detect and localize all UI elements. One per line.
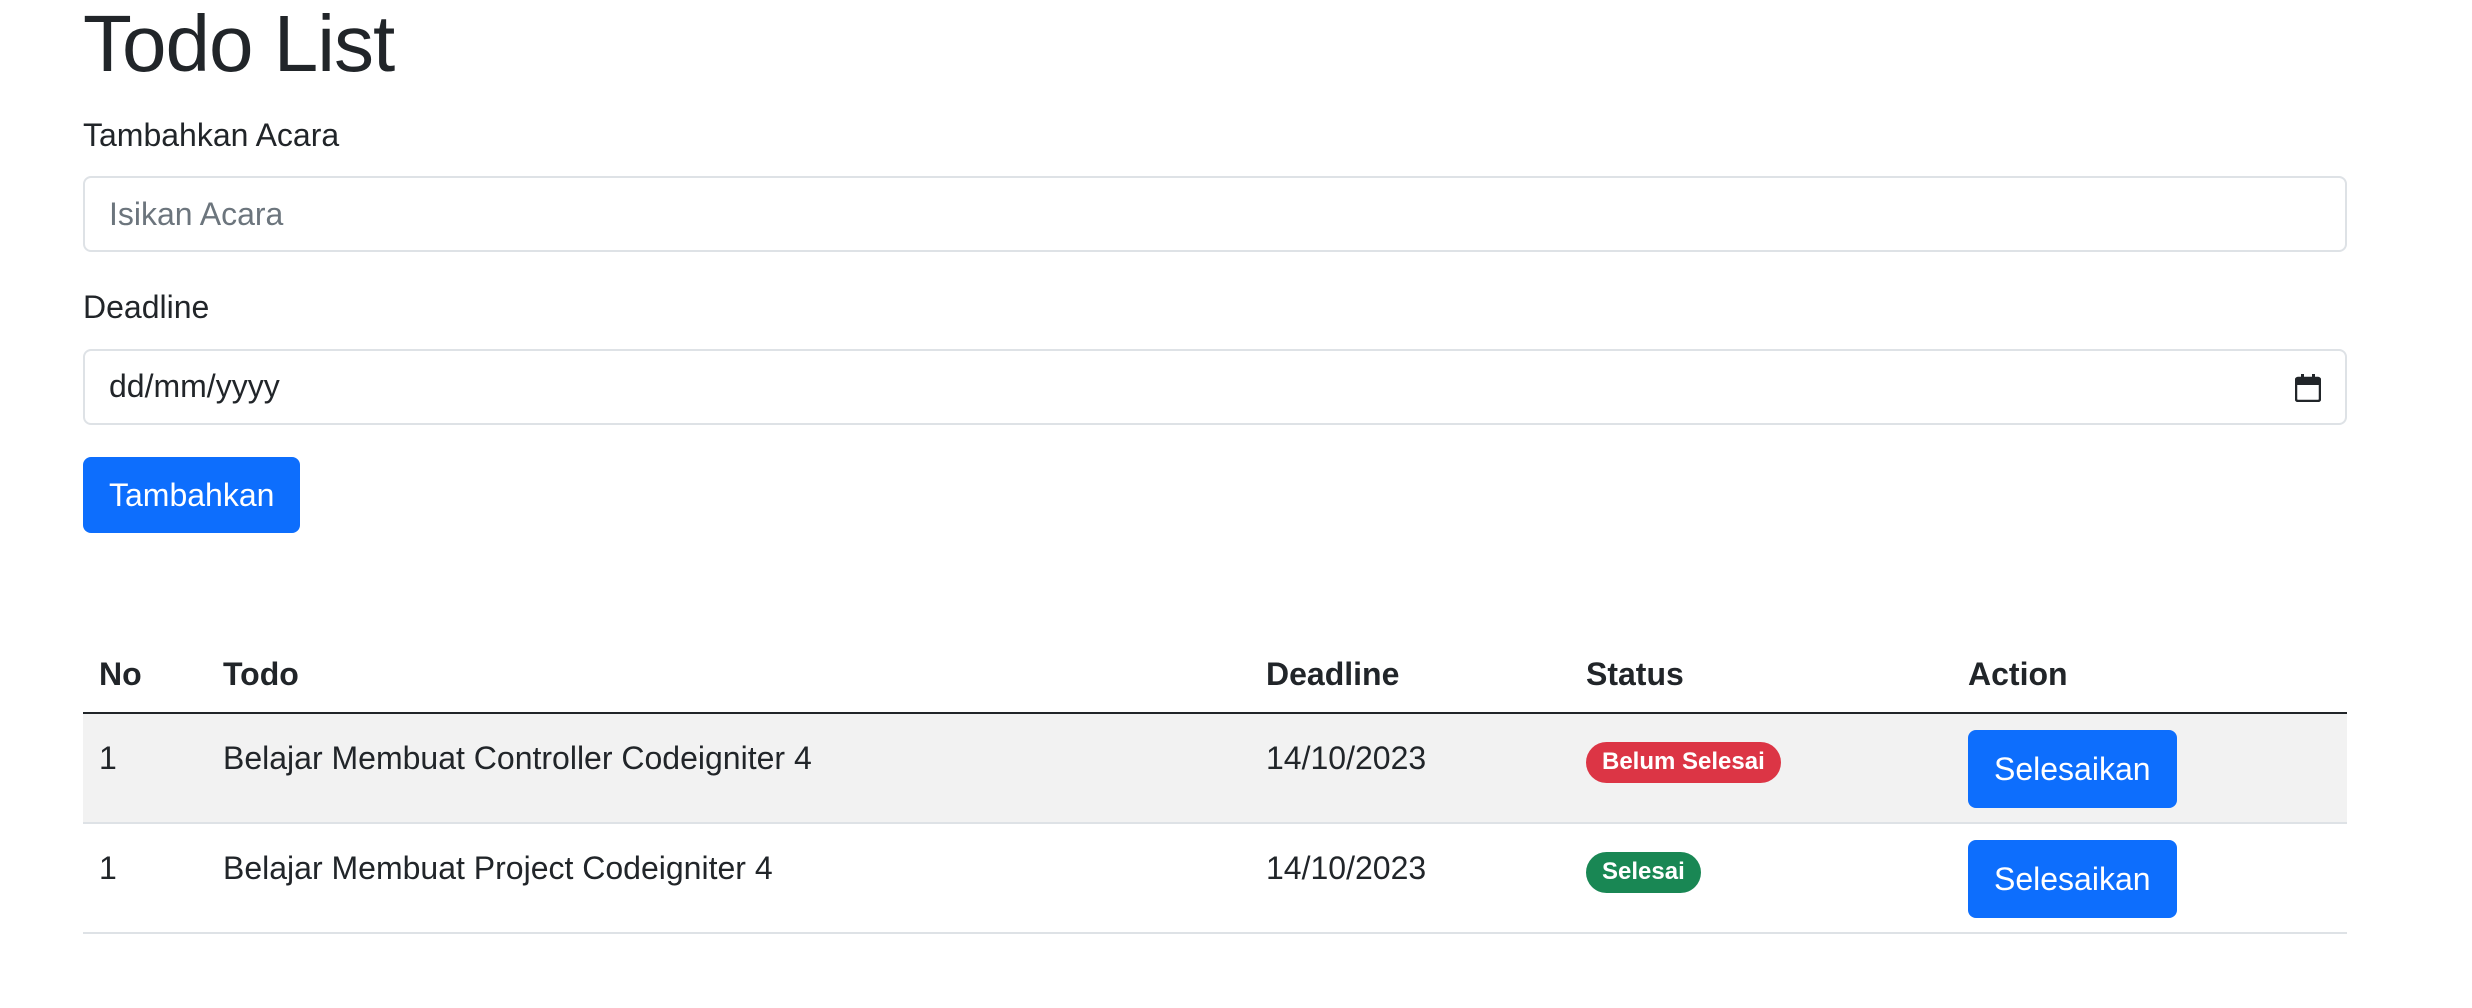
header-deadline: Deadline [1250,636,1570,714]
table-header-row: No Todo Deadline Status Action [83,636,2347,714]
deadline-date-input[interactable]: dd/mm/yyyy [83,348,2347,425]
row-deadline: 14/10/2023 [1250,713,1570,824]
event-input[interactable]: Isikan Acara [83,176,2347,253]
header-status: Status [1570,636,1952,714]
deadline-label: Deadline [83,289,210,326]
complete-button[interactable]: Selesaikan [1968,730,2177,808]
event-input-placeholder: Isikan Acara [109,195,284,232]
row-deadline: 14/10/2023 [1250,823,1570,934]
status-badge: Selesai [1586,852,1701,893]
row-no: 1 [83,713,207,824]
row-todo: Belajar Membuat Controller Codeigniter 4 [207,713,1250,824]
row-action-cell: Selesaikan [1952,713,2347,824]
row-action-cell: Selesaikan [1952,823,2347,934]
header-todo: Todo [207,636,1250,714]
complete-button[interactable]: Selesaikan [1968,840,2177,918]
row-no: 1 [83,823,207,934]
status-badge: Belum Selesai [1586,742,1781,783]
row-todo: Belajar Membuat Project Codeigniter 4 [207,823,1250,934]
calendar-icon[interactable] [2294,373,2322,403]
table-row: 1 Belajar Membuat Project Codeigniter 4 … [83,823,2347,934]
table-row: 1 Belajar Membuat Controller Codeigniter… [83,713,2347,824]
event-label: Tambahkan Acara [83,117,340,153]
header-action: Action [1952,636,2347,714]
deadline-date-value: dd/mm/yyyy [109,368,280,405]
row-status-cell: Belum Selesai [1570,713,1952,824]
header-no: No [83,636,207,714]
add-todo-button[interactable]: Tambahkan [83,456,301,533]
todo-table: No Todo Deadline Status Action 1 Belajar… [83,636,2347,934]
page-title: Todo List [83,0,395,88]
todo-form-container: Todo List Tambahkan Acara Isikan Acara D… [83,0,2347,533]
row-status-cell: Selesai [1570,823,1952,934]
